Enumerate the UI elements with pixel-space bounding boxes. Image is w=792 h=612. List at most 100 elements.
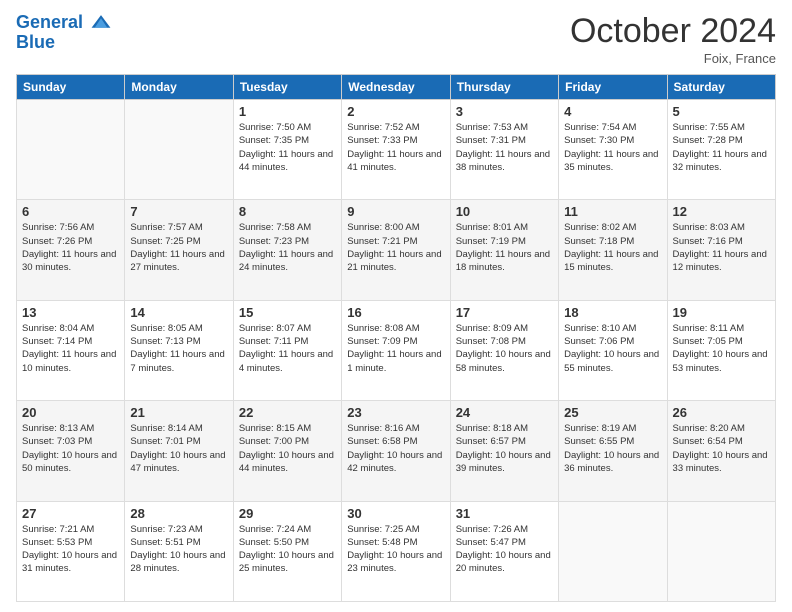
day-info: Sunrise: 7:55 AMSunset: 7:28 PMDaylight:…	[673, 121, 770, 174]
day-cell: 1 Sunrise: 7:50 AMSunset: 7:35 PMDaylight…	[233, 100, 341, 200]
day-cell: 4 Sunrise: 7:54 AMSunset: 7:30 PMDaylight…	[559, 100, 667, 200]
title-area: October 2024 Foix, France	[570, 12, 776, 66]
col-header-friday: Friday	[559, 75, 667, 100]
col-header-wednesday: Wednesday	[342, 75, 450, 100]
day-info: Sunrise: 8:02 AMSunset: 7:18 PMDaylight:…	[564, 221, 661, 274]
day-cell: 3 Sunrise: 7:53 AMSunset: 7:31 PMDaylight…	[450, 100, 558, 200]
day-number: 18	[564, 305, 661, 320]
day-info: Sunrise: 8:20 AMSunset: 6:54 PMDaylight:…	[673, 422, 770, 475]
header: General Blue October 2024 Foix, France	[16, 12, 776, 66]
week-row-5: 27Sunrise: 7:21 AMSunset: 5:53 PMDayligh…	[17, 501, 776, 601]
logo-general: General	[16, 12, 83, 32]
day-cell: 5 Sunrise: 7:55 AMSunset: 7:28 PMDaylight…	[667, 100, 775, 200]
day-cell: 8Sunrise: 7:58 AMSunset: 7:23 PMDaylight…	[233, 200, 341, 300]
day-info: Sunrise: 8:00 AMSunset: 7:21 PMDaylight:…	[347, 221, 444, 274]
day-cell	[559, 501, 667, 601]
day-number: 1	[239, 104, 336, 119]
day-cell: 21Sunrise: 8:14 AMSunset: 7:01 PMDayligh…	[125, 401, 233, 501]
day-cell: 16 Sunrise: 8:08 AMSunset: 7:09 PMDayligh…	[342, 300, 450, 400]
col-header-saturday: Saturday	[667, 75, 775, 100]
day-info: Sunrise: 8:03 AMSunset: 7:16 PMDaylight:…	[673, 221, 770, 274]
day-number: 6	[22, 204, 119, 219]
day-cell	[17, 100, 125, 200]
day-number: 28	[130, 506, 227, 521]
day-info: Sunrise: 7:57 AMSunset: 7:25 PMDaylight:…	[130, 221, 227, 274]
day-number: 5	[673, 104, 770, 119]
day-info: Sunrise: 8:07 AMSunset: 7:11 PMDaylight:…	[239, 322, 336, 375]
location: Foix, France	[570, 51, 776, 66]
day-number: 10	[456, 204, 553, 219]
day-info: Sunrise: 7:54 AMSunset: 7:30 PMDaylight:…	[564, 121, 661, 174]
day-cell: 10 Sunrise: 8:01 AMSunset: 7:19 PMDayligh…	[450, 200, 558, 300]
day-info: Sunrise: 8:15 AMSunset: 7:00 PMDaylight:…	[239, 422, 336, 475]
day-info: Sunrise: 8:14 AMSunset: 7:01 PMDaylight:…	[130, 422, 227, 475]
day-cell: 18 Sunrise: 8:10 AMSunset: 7:06 PMDayligh…	[559, 300, 667, 400]
day-number: 14	[130, 305, 227, 320]
day-cell: 11 Sunrise: 8:02 AMSunset: 7:18 PMDayligh…	[559, 200, 667, 300]
day-number: 22	[239, 405, 336, 420]
day-cell: 12Sunrise: 8:03 AMSunset: 7:16 PMDayligh…	[667, 200, 775, 300]
day-info: Sunrise: 7:26 AMSunset: 5:47 PMDaylight:…	[456, 523, 553, 576]
day-cell: 25Sunrise: 8:19 AMSunset: 6:55 PMDayligh…	[559, 401, 667, 501]
day-info: Sunrise: 8:10 AMSunset: 7:06 PMDaylight:…	[564, 322, 661, 375]
day-info: Sunrise: 7:56 AMSunset: 7:26 PMDaylight:…	[22, 221, 119, 274]
day-info: Sunrise: 7:53 AMSunset: 7:31 PMDaylight:…	[456, 121, 553, 174]
logo-icon	[90, 12, 112, 34]
day-info: Sunrise: 7:21 AMSunset: 5:53 PMDaylight:…	[22, 523, 119, 576]
month-title: October 2024	[570, 12, 776, 51]
day-cell: 2Sunrise: 7:52 AMSunset: 7:33 PMDaylight…	[342, 100, 450, 200]
col-header-tuesday: Tuesday	[233, 75, 341, 100]
day-info: Sunrise: 8:04 AMSunset: 7:14 PMDaylight:…	[22, 322, 119, 375]
day-cell: 7Sunrise: 7:57 AMSunset: 7:25 PMDaylight…	[125, 200, 233, 300]
logo-blue: Blue	[16, 32, 112, 53]
day-info: Sunrise: 8:01 AMSunset: 7:19 PMDaylight:…	[456, 221, 553, 274]
day-number: 29	[239, 506, 336, 521]
day-number: 4	[564, 104, 661, 119]
day-info: Sunrise: 7:23 AMSunset: 5:51 PMDaylight:…	[130, 523, 227, 576]
day-info: Sunrise: 8:11 AMSunset: 7:05 PMDaylight:…	[673, 322, 770, 375]
day-cell: 6 Sunrise: 7:56 AMSunset: 7:26 PMDaylight…	[17, 200, 125, 300]
day-info: Sunrise: 8:16 AMSunset: 6:58 PMDaylight:…	[347, 422, 444, 475]
day-cell: 13 Sunrise: 8:04 AMSunset: 7:14 PMDayligh…	[17, 300, 125, 400]
logo-text: General	[16, 12, 112, 34]
day-cell: 14 Sunrise: 8:05 AMSunset: 7:13 PMDayligh…	[125, 300, 233, 400]
week-row-4: 20 Sunrise: 8:13 AMSunset: 7:03 PMDayligh…	[17, 401, 776, 501]
day-number: 30	[347, 506, 444, 521]
day-info: Sunrise: 7:25 AMSunset: 5:48 PMDaylight:…	[347, 523, 444, 576]
day-number: 24	[456, 405, 553, 420]
day-cell: 27Sunrise: 7:21 AMSunset: 5:53 PMDayligh…	[17, 501, 125, 601]
day-cell: 15Sunrise: 8:07 AMSunset: 7:11 PMDayligh…	[233, 300, 341, 400]
day-info: Sunrise: 8:09 AMSunset: 7:08 PMDaylight:…	[456, 322, 553, 375]
day-number: 8	[239, 204, 336, 219]
col-header-monday: Monday	[125, 75, 233, 100]
week-row-2: 6 Sunrise: 7:56 AMSunset: 7:26 PMDaylight…	[17, 200, 776, 300]
day-info: Sunrise: 8:05 AMSunset: 7:13 PMDaylight:…	[130, 322, 227, 375]
day-cell: 23 Sunrise: 8:16 AMSunset: 6:58 PMDayligh…	[342, 401, 450, 501]
day-number: 23	[347, 405, 444, 420]
day-info: Sunrise: 8:13 AMSunset: 7:03 PMDaylight:…	[22, 422, 119, 475]
day-cell	[125, 100, 233, 200]
day-number: 13	[22, 305, 119, 320]
day-number: 3	[456, 104, 553, 119]
day-number: 16	[347, 305, 444, 320]
day-cell: 19Sunrise: 8:11 AMSunset: 7:05 PMDayligh…	[667, 300, 775, 400]
day-number: 17	[456, 305, 553, 320]
week-row-1: 1 Sunrise: 7:50 AMSunset: 7:35 PMDaylight…	[17, 100, 776, 200]
day-number: 25	[564, 405, 661, 420]
day-info: Sunrise: 7:24 AMSunset: 5:50 PMDaylight:…	[239, 523, 336, 576]
week-row-3: 13 Sunrise: 8:04 AMSunset: 7:14 PMDayligh…	[17, 300, 776, 400]
day-cell: 30 Sunrise: 7:25 AMSunset: 5:48 PMDayligh…	[342, 501, 450, 601]
day-info: Sunrise: 8:18 AMSunset: 6:57 PMDaylight:…	[456, 422, 553, 475]
day-number: 11	[564, 204, 661, 219]
day-info: Sunrise: 7:50 AMSunset: 7:35 PMDaylight:…	[239, 121, 336, 174]
day-number: 20	[22, 405, 119, 420]
day-info: Sunrise: 7:52 AMSunset: 7:33 PMDaylight:…	[347, 121, 444, 174]
day-cell: 9Sunrise: 8:00 AMSunset: 7:21 PMDaylight…	[342, 200, 450, 300]
day-number: 31	[456, 506, 553, 521]
day-cell: 20 Sunrise: 8:13 AMSunset: 7:03 PMDayligh…	[17, 401, 125, 501]
day-cell: 26Sunrise: 8:20 AMSunset: 6:54 PMDayligh…	[667, 401, 775, 501]
col-header-sunday: Sunday	[17, 75, 125, 100]
logo-area: General Blue	[16, 12, 112, 53]
col-header-thursday: Thursday	[450, 75, 558, 100]
day-info: Sunrise: 8:08 AMSunset: 7:09 PMDaylight:…	[347, 322, 444, 375]
